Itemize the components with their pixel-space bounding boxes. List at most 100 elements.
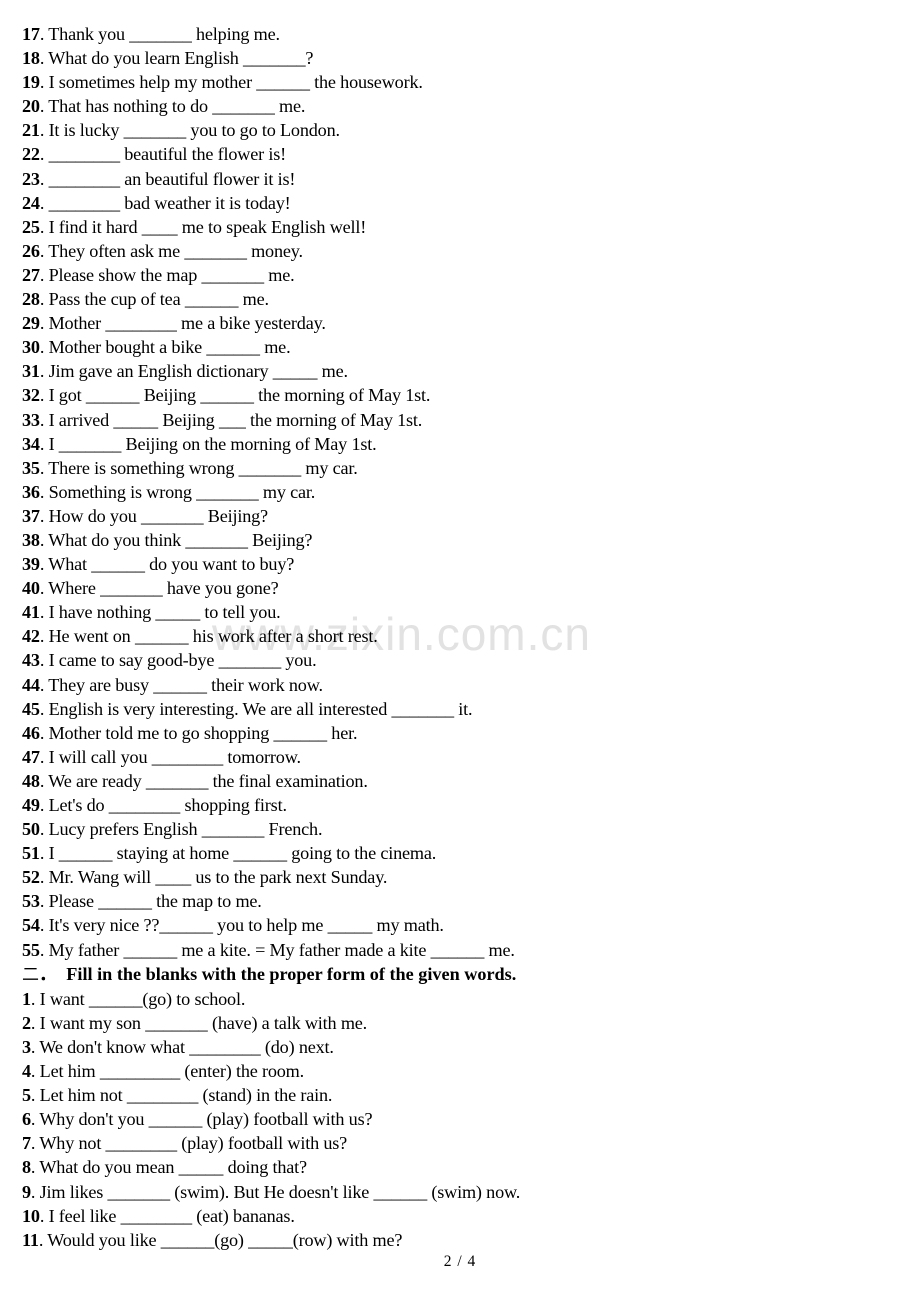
- question-line: 40. Where _______ have you gone?: [22, 578, 279, 599]
- question-line: 21. It is lucky _______ you to go to Lon…: [22, 120, 340, 141]
- question-line: 54. It's very nice ??______ you to help …: [22, 915, 444, 936]
- question-line: 36. Something is wrong _______ my car.: [22, 481, 316, 502]
- question-line: 1. I want ______(go) to school.: [22, 988, 246, 1009]
- question-text: Mother bought a bike ______ me.: [48, 337, 291, 358]
- question-number: 27: [22, 264, 40, 285]
- question-line: 52. Mr. Wang will ____ us to the park ne…: [22, 867, 388, 888]
- question-number: 21: [22, 120, 40, 141]
- question-line: 17. Thank you _______ helping me.: [22, 24, 280, 44]
- question-number: 32: [22, 385, 40, 406]
- question-number: 50: [22, 819, 40, 840]
- question-text: English is very interesting. We are all …: [48, 698, 473, 719]
- exercise-list: 17. Thank you _______ helping me. 18. Wh…: [22, 22, 898, 1252]
- question-line: 4. Let him _________ (enter) the room.: [22, 1061, 305, 1082]
- page-number-footer: 2 / 4: [443, 1253, 477, 1270]
- question-number: 38: [22, 529, 40, 550]
- question-text: We are ready _______ the final examinati…: [48, 770, 368, 791]
- question-line: 48. We are ready _______ the final exami…: [22, 770, 368, 791]
- question-number: 44: [22, 674, 40, 695]
- question-line: 31. Jim gave an English dictionary _____…: [22, 361, 349, 382]
- question-text: It's very nice ??______ you to help me _…: [48, 915, 444, 936]
- question-number: 41: [22, 602, 40, 623]
- question-line: 22. ________ beautiful the flower is!: [22, 144, 287, 165]
- question-line: 6. Why don't you ______ (play) football …: [22, 1109, 373, 1130]
- question-number: 31: [22, 361, 40, 382]
- question-number: 48: [22, 770, 40, 791]
- question-number: 4: [22, 1061, 31, 1082]
- question-number: 30: [22, 337, 40, 358]
- question-number: 51: [22, 843, 40, 864]
- question-line: 18. What do you learn English _______?: [22, 48, 314, 69]
- question-line: 51. I ______ staying at home ______ goin…: [22, 843, 437, 864]
- question-line: 33. I arrived _____ Beijing ___ the morn…: [22, 409, 423, 430]
- question-line: 27. Please show the map _______ me.: [22, 264, 295, 285]
- question-line: 2. I want my son _______ (have) a talk w…: [22, 1012, 368, 1033]
- question-text: Mr. Wang will ____ us to the park next S…: [48, 867, 388, 888]
- question-line: 39. What ______ do you want to buy?: [22, 554, 295, 575]
- question-number: 5: [22, 1085, 31, 1106]
- question-text: What ______ do you want to buy?: [48, 554, 295, 575]
- question-number: 52: [22, 867, 40, 888]
- question-line: 44. They are busy ______ their work now.: [22, 674, 323, 695]
- question-text: Let's do ________ shopping first.: [48, 795, 287, 815]
- question-number: 2: [22, 1012, 31, 1033]
- question-number: 53: [22, 891, 40, 912]
- question-number: 18: [22, 48, 40, 69]
- question-number: 10: [22, 1205, 40, 1226]
- question-text: I have nothing _____ to tell you.: [48, 602, 281, 623]
- question-line: 35. There is something wrong _______ my …: [22, 457, 358, 478]
- question-number: 8: [22, 1157, 31, 1178]
- question-text: How do you _______ Beijing?: [48, 505, 269, 526]
- question-text: Let him _________ (enter) the room.: [39, 1061, 305, 1082]
- question-text: He went on ______ his work after a short…: [48, 626, 378, 647]
- question-text: I ______ staying at home ______ going to…: [48, 843, 437, 864]
- question-number: 6: [22, 1109, 31, 1130]
- question-number: 49: [22, 795, 40, 815]
- question-number: 36: [22, 481, 40, 502]
- question-text: I feel like ________ (eat) bananas.: [48, 1205, 295, 1226]
- question-line: 28. Pass the cup of tea ______ me.: [22, 289, 269, 310]
- question-line: 34. I _______ Beijing on the morning of …: [22, 433, 377, 454]
- question-line: 50. Lucy prefers English _______ French.: [22, 819, 323, 840]
- question-number: 20: [22, 96, 40, 117]
- question-number: 54: [22, 915, 40, 936]
- question-text: Jim gave an English dictionary _____ me.: [48, 361, 349, 382]
- question-line: 53. Please ______ the map to me.: [22, 891, 262, 912]
- question-number: 3: [22, 1036, 31, 1057]
- question-number: 28: [22, 289, 40, 310]
- question-line: 38. What do you think _______ Beijing?: [22, 529, 313, 550]
- question-line: 5. Let him not ________ (stand) in the r…: [22, 1085, 333, 1106]
- question-text: Something is wrong _______ my car.: [48, 481, 316, 502]
- question-line: 29. Mother ________ me a bike yesterday.: [22, 313, 326, 334]
- question-text: What do you mean _____ doing that?: [39, 1157, 307, 1178]
- question-text: There is something wrong _______ my car.: [48, 457, 358, 478]
- question-text: They are busy ______ their work now.: [48, 674, 323, 695]
- question-text: Mother ________ me a bike yesterday.: [48, 313, 326, 334]
- question-line: 24. ________ bad weather it is today!: [22, 192, 291, 213]
- question-line: 9. Jim likes _______ (swim). But He does…: [22, 1181, 521, 1202]
- question-line: 25. I find it hard ____ me to speak Engl…: [22, 216, 367, 237]
- question-text: Thank you _______ helping me.: [48, 24, 280, 44]
- question-number: 24: [22, 192, 40, 213]
- question-text: I sometimes help my mother ______ the ho…: [48, 72, 423, 93]
- question-line: 7. Why not ________ (play) football with…: [22, 1133, 348, 1154]
- question-line: 30. Mother bought a bike ______ me.: [22, 337, 291, 358]
- question-text: Mother told me to go shopping ______ her…: [48, 722, 358, 743]
- question-number: 25: [22, 216, 40, 237]
- question-number: 33: [22, 409, 40, 430]
- section-two-heading: 二． Fill in the blanks with the proper fo…: [22, 962, 898, 987]
- question-line: 49. Let's do ________ shopping first.: [22, 795, 287, 815]
- question-line: 47. I will call you ________ tomorrow.: [22, 746, 301, 767]
- question-line: 41. I have nothing _____ to tell you.: [22, 602, 281, 623]
- question-line: 45. English is very interesting. We are …: [22, 698, 473, 719]
- document-page: 17. Thank you _______ helping me. 18. Wh…: [0, 0, 920, 1302]
- question-text: Jim likes _______ (swim). But He doesn't…: [39, 1181, 521, 1202]
- question-text: We don't know what ________ (do) next.: [39, 1036, 334, 1057]
- question-line: 42. He went on ______ his work after a s…: [22, 626, 378, 647]
- question-number: 40: [22, 578, 40, 599]
- question-text: They often ask me _______ money.: [48, 240, 303, 261]
- question-text: ________ an beautiful flower it is!: [48, 168, 296, 189]
- question-text: I came to say good-bye _______ you.: [48, 650, 317, 671]
- question-number: 29: [22, 313, 40, 334]
- question-number: 42: [22, 626, 40, 647]
